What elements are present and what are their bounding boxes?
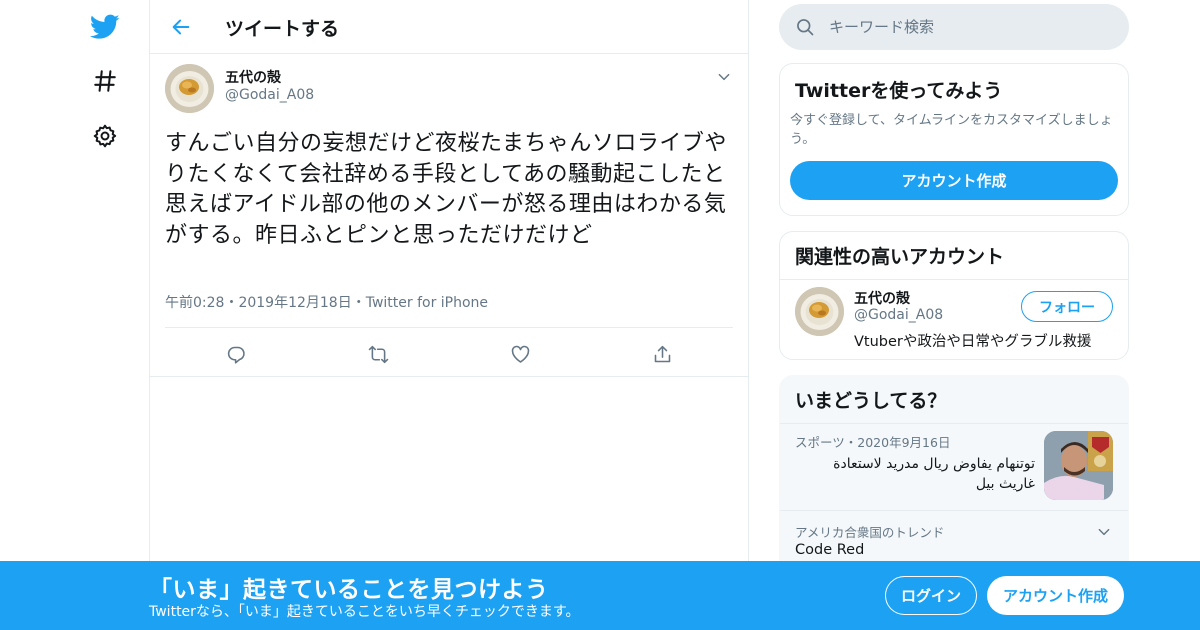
- tweet-time[interactable]: 午前0:28: [165, 295, 224, 311]
- trend-thumbnail: [1044, 431, 1113, 500]
- signup-card-title: Twitterを使ってみよう: [795, 80, 1003, 102]
- heart-icon[interactable]: [506, 340, 534, 368]
- trend-date: 2020年9月16日: [857, 435, 951, 450]
- banner-title: 「いま」起きていることを見つけよう: [149, 577, 549, 603]
- search-input[interactable]: [829, 4, 1109, 50]
- meta-separator: ・: [224, 295, 239, 311]
- meta-separator: ・: [351, 295, 366, 311]
- trend-context: アメリカ合衆国のトレンド: [795, 525, 945, 540]
- tweet-actions: [150, 340, 748, 368]
- related-account-name[interactable]: 五代の殻: [854, 288, 910, 308]
- trend-meta: スポーツ・2020年9月16日: [795, 432, 950, 451]
- settings-gear-icon[interactable]: [88, 119, 122, 153]
- signup-banner: 「いま」起きていることを見つけよう Twitterなら、「いま」起きていることを…: [0, 561, 1200, 630]
- share-icon[interactable]: [648, 340, 676, 368]
- related-account-handle[interactable]: @Godai_A08: [854, 307, 943, 323]
- tweet-detail: 五代の殻 @Godai_A08 すんごい自分の妄想だけど夜桜たまちゃんソロライブ…: [150, 54, 748, 377]
- meta-separator: ・: [844, 435, 858, 450]
- tweet-timestamp: 午前0:28・2019年12月18日・Twitter for iPhone: [165, 292, 488, 312]
- search-icon: [795, 17, 815, 37]
- author-avatar[interactable]: [165, 64, 214, 113]
- signup-card-description: 今すぐ登録して、タイムラインをカスタマイズしましょう。: [790, 113, 1113, 147]
- twitter-bird-icon[interactable]: [88, 10, 122, 44]
- related-account-bio: Vtuberや政治や日常やグラブル救援: [854, 334, 1092, 350]
- trends-card-title: いまどうしてる？: [780, 376, 1128, 424]
- left-navigation: [82, 0, 128, 630]
- create-account-button[interactable]: アカウント作成: [790, 161, 1118, 200]
- chevron-down-icon[interactable]: [1094, 522, 1114, 542]
- banner-signup-button[interactable]: アカウント作成: [987, 576, 1124, 615]
- tweet-date[interactable]: 2019年12月18日: [238, 295, 351, 311]
- related-account-avatar[interactable]: [795, 287, 844, 336]
- trend-item[interactable]: スポーツ・2020年9月16日 توتنهام يفاوض ريال مدريد…: [780, 422, 1128, 511]
- trend-category: スポーツ: [795, 435, 845, 450]
- chevron-down-icon[interactable]: [714, 67, 734, 87]
- tweet-text: すんごい自分の妄想だけど夜桜たまちゃんソロライブやりたくなくて会社辞める手段とし…: [165, 131, 727, 248]
- author-name[interactable]: 五代の殻: [225, 67, 281, 87]
- divider: [165, 327, 733, 328]
- related-card-title: 関連性の高いアカウント: [780, 232, 1128, 280]
- retweet-icon[interactable]: [364, 340, 392, 368]
- page-title: ツイートする: [225, 18, 340, 40]
- main-header: ツイートする: [150, 0, 748, 54]
- login-button[interactable]: ログイン: [885, 576, 977, 615]
- hashtag-icon[interactable]: [88, 64, 122, 98]
- related-accounts-card: 関連性の高いアカウント 五代の殻 @Godai_A08 Vtuberや政治や日常…: [779, 231, 1129, 360]
- signup-card: Twitterを使ってみよう 今すぐ登録して、タイムラインをカスタマイズしましょ…: [779, 63, 1129, 216]
- main-column: ツイートする 五代の殻 @Godai_A08 すんごい自分の妄想だけど夜桜たまち…: [149, 0, 749, 630]
- search-box: [779, 4, 1129, 50]
- author-handle[interactable]: @Godai_A08: [225, 87, 314, 103]
- reply-icon[interactable]: [222, 340, 250, 368]
- trend-headline: توتنهام يفاوض ريال مدريد لاستعادة غاريث …: [833, 456, 1035, 492]
- tweet-source[interactable]: Twitter for iPhone: [366, 295, 488, 311]
- trend-name: Code Red: [795, 542, 865, 558]
- follow-button[interactable]: フォロー: [1021, 291, 1113, 322]
- banner-subtitle: Twitterなら、「いま」起きていることをいち早くチェックできます。: [149, 604, 580, 620]
- back-arrow-icon[interactable]: [166, 12, 196, 42]
